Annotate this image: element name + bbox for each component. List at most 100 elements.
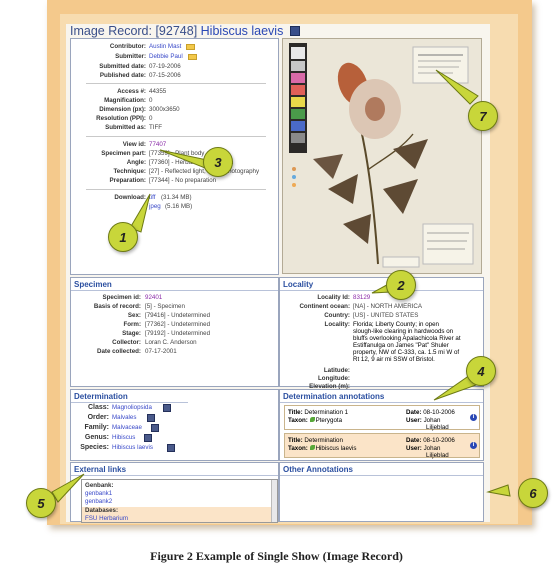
form-label: Form: [123,321,141,328]
submitter-link[interactable]: Debbie Paul [149,53,183,61]
order-label: Order: [87,414,109,421]
family-label: Family: [84,424,109,431]
table-icon[interactable] [151,424,159,432]
continent-label: Continent ocean: [299,303,350,310]
species-link[interactable]: Hibiscus laevis [112,444,153,452]
divider [86,83,266,84]
latitude-label: Latitude: [323,367,350,374]
published-date-value: 07-15-2006 [149,72,181,79]
specimen-id-link[interactable]: 92401 [145,294,162,302]
callout-badge: 2 [386,270,416,300]
divider [86,136,266,137]
external-links-list[interactable]: Genbank: genbank1 genbank2 Databases: FS… [81,479,278,523]
annotation-title: Determination [304,437,343,444]
download-label: Download: [114,194,146,201]
folder-icon[interactable] [186,44,195,50]
submitted-as-value: TIFF [149,124,163,131]
table-icon[interactable] [167,444,175,452]
annotation-title: Determination 1 [304,409,349,416]
other-annotations-title: Other Annotations [283,465,353,474]
annotation-user-surname: Liljeblad [426,424,449,431]
annotation-title-label: Title: [288,437,303,444]
specimen-part-label: Specimen part: [101,150,146,157]
annotation-user-surname: Liljeblad [426,452,449,459]
genus-link[interactable]: Hibiscus [112,434,135,442]
download-jpeg-size: (5.16 MB) [165,203,193,210]
table-icon[interactable] [144,434,152,442]
dimension-label: Dimension (px): [99,106,146,113]
genus-label: Genus: [84,434,109,441]
contributor-label: Contributor: [109,43,146,50]
callout-badge: 4 [466,356,496,386]
external-links-box: External links Genbank: genbank1 genbank… [70,462,279,523]
leaf-icon [309,445,315,450]
leaf-icon [309,417,315,422]
sex-label: Sex: [127,312,141,319]
locality-box: Locality Locality Id: 83129 Continent oc… [279,277,484,390]
specimen-image[interactable] [282,38,482,274]
annotation-date: 08-10-2006 [423,409,455,416]
determination-annotations-box: Determination annotations Title: Determi… [279,389,484,461]
locality-text-label: Locality: [324,321,350,328]
country-value: [US] - UNITED STATES [353,312,419,319]
order-link[interactable]: Malvales [112,414,136,422]
download-jpeg-link[interactable]: jpeg [149,203,161,211]
submitted-as-label: Submitted as: [105,124,146,131]
databases-label: Databases: [85,507,119,514]
annotation-taxon: Pterygota [315,417,343,424]
table-icon[interactable] [147,414,155,422]
section-underline [71,402,188,403]
section-underline [280,290,483,291]
info-icon[interactable]: i [470,442,477,449]
section-underline [71,290,278,291]
other-annotations-box: Other Annotations [279,462,484,522]
contributor-link[interactable]: Austin Mast [149,43,181,51]
folder-icon[interactable] [188,54,197,60]
section-underline [71,475,278,476]
annotations-title: Determination annotations [283,392,385,401]
date-collected-value: 07-17-2001 [145,348,177,355]
locality-id-label: Locality Id: [317,294,350,301]
annotation-card[interactable]: Title: Determination 1 Taxon: Pterygota … [284,405,480,431]
list-scrollbar[interactable] [271,480,277,522]
locality-title: Locality [283,280,314,289]
genbank-label: Genbank: [85,482,114,489]
view-id-label: View id: [122,141,146,148]
class-link[interactable]: Magnoliopsida [112,404,152,412]
genbank-link[interactable]: genbank1 [85,490,112,498]
species-label: Species: [80,444,109,451]
download-tiff-size: (31.34 MB) [161,194,192,201]
callout-badge: 3 [203,147,233,177]
resolution-label: Resolution (PPI): [96,115,146,122]
class-label: Class: [87,404,109,411]
page-title-name[interactable]: Hibiscus laevis [201,24,284,38]
callout-badge: 1 [108,222,138,252]
basis-value: [5] - Specimen [145,303,185,310]
section-underline [280,402,483,403]
download-tiff-link[interactable]: tiff [149,194,155,202]
resolution-value: 0 [149,115,153,122]
family-link[interactable]: Malvaceae [112,424,142,432]
country-label: Country: [324,312,350,319]
annotation-card[interactable]: Title: Determination Taxon: Hibiscus lae… [284,433,480,459]
preparation-label: Preparation: [109,177,146,184]
annotation-taxon-label: Taxon: [288,445,308,452]
submitter-label: Submitter: [115,53,146,60]
page-title-prefix: Image Record: [92748] [70,24,198,38]
table-icon[interactable] [289,26,300,36]
callout-badge: 5 [26,488,56,518]
table-icon[interactable] [163,404,171,412]
annotation-title-label: Title: [288,409,303,416]
specimen-part-value: [77359] - Plant body [149,150,205,157]
image-record-box: Contributor: Austin Mast Submitter: Debb… [70,38,279,275]
database-link[interactable]: FSU Herbarium [85,515,128,522]
page-title: Image Record: [92748] Hibiscus laevis [70,24,300,38]
genbank-link[interactable]: genbank2 [85,498,112,506]
info-icon[interactable]: i [470,414,477,421]
annotation-taxon-label: Taxon: [288,417,308,424]
locality-id-link[interactable]: 83129 [353,294,370,302]
access-value: 44355 [149,88,167,95]
view-id-link[interactable]: 77407 [149,141,166,149]
stage-label: Stage: [122,330,141,337]
herbarium-sheet-graphic [283,39,481,273]
